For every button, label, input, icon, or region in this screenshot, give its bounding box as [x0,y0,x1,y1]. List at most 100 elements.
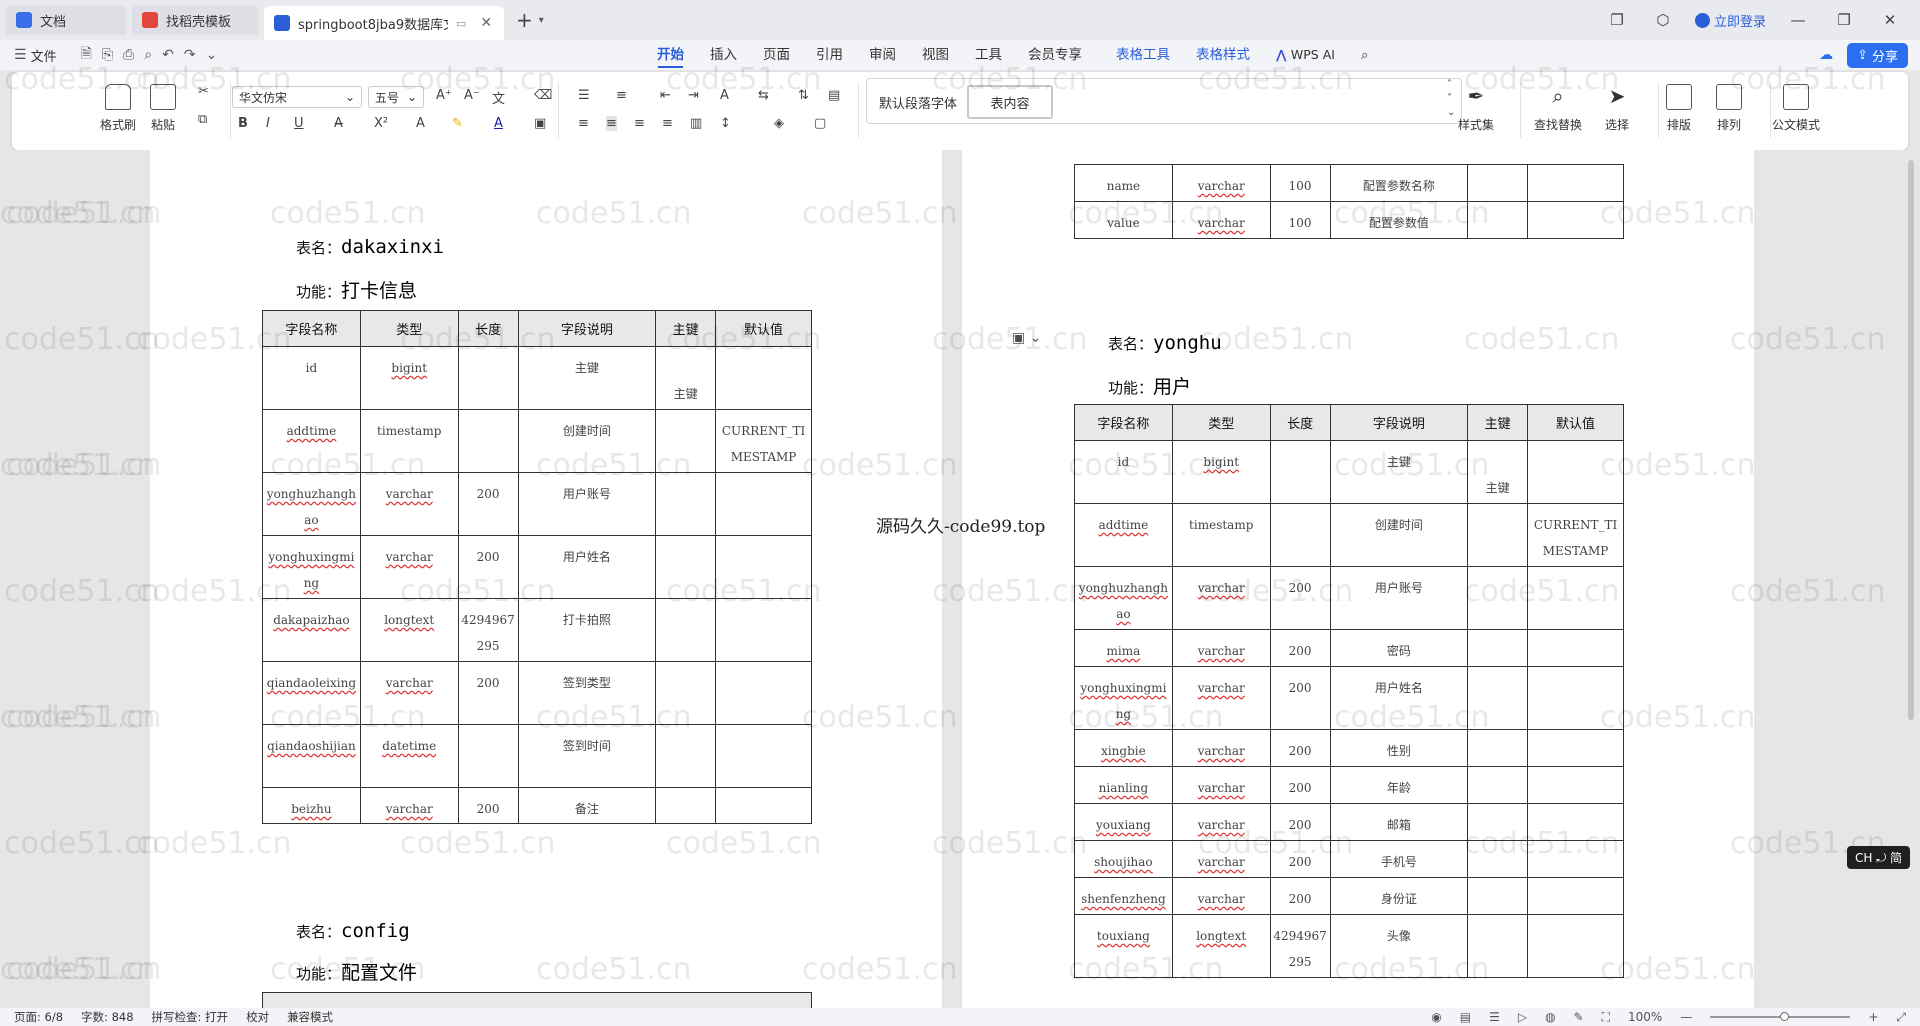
tab-templates[interactable]: 找稻壳模板 [132,5,258,35]
web-view-icon[interactable]: ◍ [1545,1010,1555,1024]
table-cell[interactable] [457,724,519,788]
spellcheck-toggle[interactable]: 拼写检查: 打开 [152,1009,229,1025]
align-center-icon[interactable]: ≡ [606,116,617,131]
table-cell[interactable] [1527,440,1624,504]
tab-wps-ai[interactable]: ⋀ WPS AI [1263,40,1348,70]
distribute-icon[interactable]: ▤ [828,88,840,103]
align-right-icon[interactable]: ≡ [634,116,645,131]
table-layout-icon[interactable]: ▣ ⌄ [1012,330,1041,346]
table-cell[interactable]: 身份证 [1329,877,1469,915]
table-cell[interactable]: qiandaoleixing [262,661,361,725]
table-cell[interactable]: 200 [1269,566,1331,630]
table-cell[interactable] [1467,803,1529,841]
zoom-knob[interactable] [1780,1012,1790,1021]
find-replace-button[interactable]: ⌕ 查找替换 [1534,84,1582,133]
table-cell[interactable]: varchar [1171,666,1271,730]
table-cell[interactable]: 配置参数值 [1329,201,1469,239]
shading-icon[interactable]: ◈ [774,116,784,131]
table-cell[interactable]: yonghuzhanghao [1074,566,1173,630]
table-row[interactable]: yonghuxingming varchar 200 用户姓名 [262,535,812,599]
table-row[interactable]: id bigint 主键 主键 [1074,440,1624,504]
copy-icon[interactable]: ⧉ [198,112,207,127]
table-row[interactable]: shenfenzheng varchar 200 身份证 [1074,877,1624,915]
style-more-icon[interactable]: ⌄ [1447,107,1455,118]
table-cell[interactable]: 签到类型 [517,661,657,725]
table-cell[interactable] [715,346,812,410]
table-row[interactable]: id bigint 主键 主键 [262,346,812,410]
char-shading-icon[interactable]: ▣ [534,116,546,131]
table-cell[interactable]: 200 [457,472,519,536]
table-row[interactable]: nianling varchar 200 年龄 [1074,766,1624,804]
eye-icon[interactable]: ◉ [1431,1010,1441,1024]
table-cell[interactable]: varchar [1171,840,1271,878]
zoom-out-icon[interactable]: — [1680,1010,1692,1024]
table-cell[interactable] [1467,566,1529,630]
sort-icon[interactable]: ⇅ [798,88,809,103]
table-row[interactable]: mima varchar 200 密码 [1074,629,1624,667]
table-cell[interactable]: addtime [1074,503,1173,567]
table-cell[interactable]: dakapaizhao [262,598,361,662]
zoom-in-icon[interactable]: + [1868,1010,1878,1024]
table-cell[interactable]: nianling [1074,766,1173,804]
table-cell[interactable] [1527,201,1624,239]
table-cell[interactable] [1467,164,1529,202]
table-cell[interactable]: 100 [1269,201,1331,239]
table-cell[interactable]: varchar [1171,877,1271,915]
tab-tools[interactable]: 工具 [962,40,1015,70]
phonetic-icon[interactable]: 文 [492,88,505,107]
table-cell[interactable] [1527,766,1624,804]
table-cell[interactable]: bigint [359,346,459,410]
fullscreen-icon[interactable]: ⤢ [1896,1010,1906,1025]
decrease-font-icon[interactable]: A⁻ [464,88,480,103]
table-cell[interactable]: 200 [1269,803,1331,841]
style-default-para-font[interactable]: 默认段落字体 [873,85,963,119]
paste-button[interactable]: 粘贴 [150,84,176,133]
table-dakaxinxi[interactable]: 字段名称 类型 长度 字段说明 主键 默认值 id bigint 主键 主键 addtime time… [262,310,812,824]
table-cell[interactable]: 200 [457,661,519,725]
table-cell[interactable]: datetime [359,724,459,788]
table-cell[interactable]: 性别 [1329,729,1469,767]
table-row[interactable]: qiandaoshijian datetime 签到时间 [262,724,812,788]
cloud-upload-icon[interactable]: ☁ [1819,47,1833,63]
columns-icon[interactable]: ▥ [690,116,702,131]
table-cell[interactable] [655,535,717,599]
page-indicator[interactable]: 页面: 6/8 [14,1009,63,1025]
text-direction-icon[interactable]: ⇆ [758,88,769,103]
table-cell[interactable]: CURRENT_TIMESTAMP [715,409,812,473]
login-button[interactable]: 立即登录 [1694,11,1766,30]
tab-page[interactable]: 页面 [750,40,803,70]
table-cell[interactable]: 主键 [655,346,717,410]
ime-indicator[interactable]: CH ⤾ 简 [1847,846,1911,869]
search-icon[interactable]: ⌕ [1348,40,1382,70]
table-cell[interactable] [715,661,812,725]
table-cell[interactable] [1527,840,1624,878]
page-right[interactable]: name varchar 100 配置参数名称 value varchar 100 配置参数值… [962,150,1754,1008]
print-preview-icon[interactable]: ⌕ [144,47,152,63]
play-icon[interactable]: ▷ [1518,1010,1527,1024]
table-cell[interactable]: value [1074,201,1173,239]
table-cell[interactable]: beizhu [262,787,361,824]
proofread-button[interactable]: 校对 [246,1009,269,1025]
decrease-indent-icon[interactable]: ⇤ [660,88,671,103]
table-cell[interactable]: 主键 [1467,440,1529,504]
table-cell[interactable] [1467,914,1529,978]
table-cell[interactable]: 200 [1269,629,1331,667]
document-area[interactable]: 表名：dakaxinxi 功能：打卡信息 字段名称 类型 长度 字段说明 主键 默认值 id… [0,150,1920,1008]
table-cell[interactable]: 年龄 [1329,766,1469,804]
style-table-content[interactable]: 表内容 [967,85,1053,119]
table-cell[interactable]: yonghuxingming [262,535,361,599]
table-cell[interactable]: 用户账号 [517,472,657,536]
tab-review[interactable]: 审阅 [856,40,909,70]
table-cell[interactable]: name [1074,164,1173,202]
monitor-icon[interactable]: ▭ [456,17,466,30]
outline-view-icon[interactable]: ☰ [1489,1010,1500,1024]
table-cell[interactable]: id [262,346,361,410]
table-cell[interactable]: varchar [359,535,459,599]
tab-docs[interactable]: 文档 [6,5,126,35]
table-cell[interactable] [1467,729,1529,767]
table-cell[interactable]: yonghuzhanghao [262,472,361,536]
table-row[interactable]: xingbie varchar 200 性别 [1074,729,1624,767]
table-cell[interactable]: 4294967295 [1269,914,1331,978]
table-cell[interactable]: varchar [359,472,459,536]
table-cell[interactable]: yonghuxingming [1074,666,1173,730]
